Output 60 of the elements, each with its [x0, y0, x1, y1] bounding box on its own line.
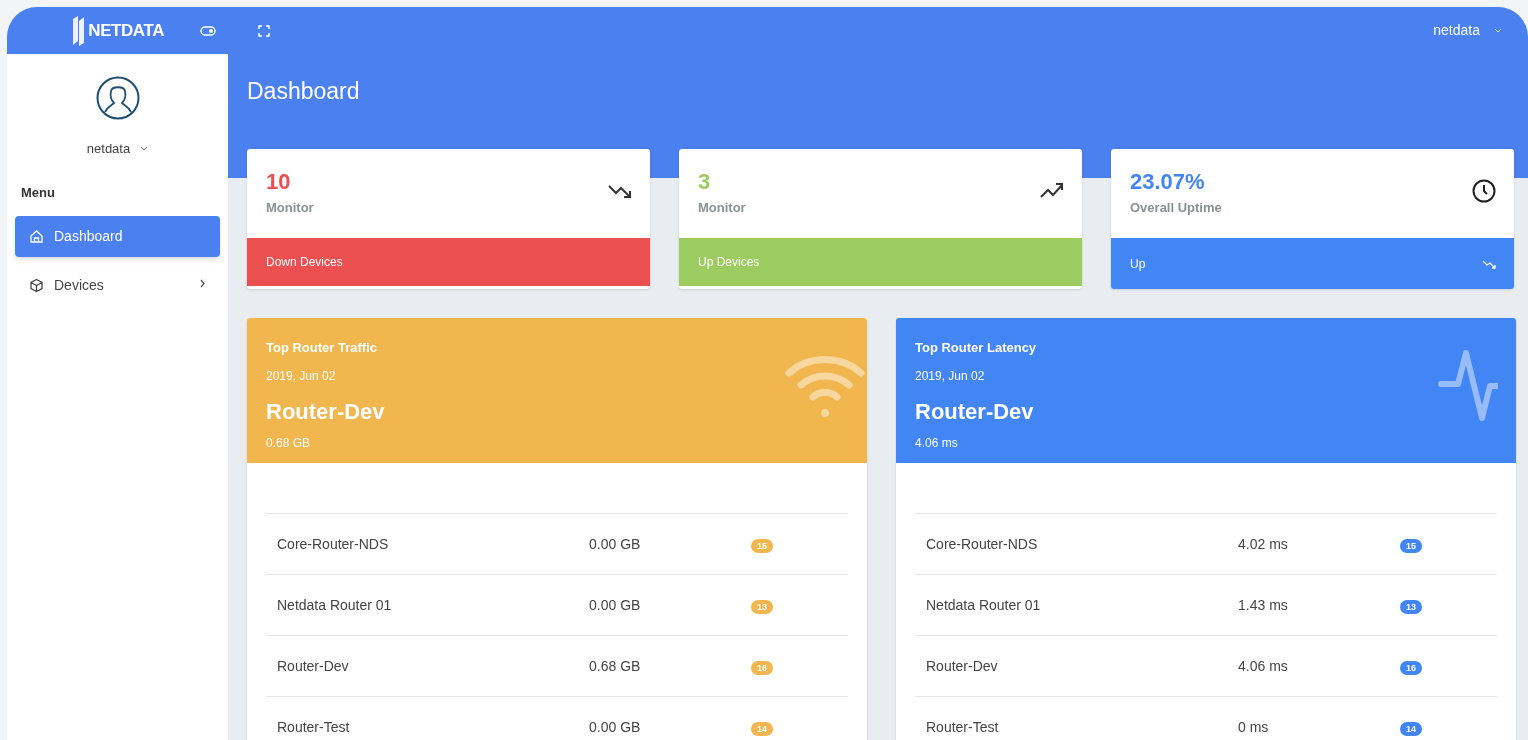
table-cell-text: 0.00 GB [589, 717, 642, 737]
table-cell-text: Router-Test [276, 717, 351, 737]
panel-title: Top Router Traffic [266, 339, 378, 357]
panel-date: 2019, Jun 02 [915, 367, 986, 385]
table-cell-text: Core-Router-NDS [276, 534, 390, 554]
stat-label: Overall Uptime [1130, 199, 1222, 217]
stat-value: 23.07% [1130, 169, 1206, 195]
table-cell-text: 0 ms [1238, 717, 1270, 737]
user-menu[interactable]: netdata [1433, 20, 1480, 41]
count-badge: 15 [1400, 538, 1422, 553]
count-badge: 13 [1400, 599, 1422, 614]
table-cell-text: 0.00 GB [589, 595, 642, 615]
stat-label: Monitor [698, 199, 746, 217]
stat-label: Monitor [266, 199, 314, 217]
table-cell-text: Netdata Router 01 [925, 595, 1042, 615]
table-cell-text: 0.68 GB [589, 656, 642, 676]
device-name: Router-Dev [266, 397, 386, 426]
panel-title: Top Router Latency [915, 339, 1038, 357]
table-cell-text: 0.00 GB [589, 534, 642, 554]
count-badge: 14 [1400, 721, 1422, 736]
footer-label: Up [1130, 255, 1146, 273]
device-reading: 4.06 ms [915, 434, 959, 452]
count-badge: 16 [1400, 660, 1422, 675]
count-badge: 14 [751, 721, 773, 736]
count-badge: 13 [751, 599, 773, 614]
trend-up-icon [1040, 181, 1064, 199]
menu-heading: Menu [21, 183, 56, 202]
count-badge: 16 [751, 660, 773, 675]
stat-value: 3 [698, 169, 712, 195]
chevron-down-icon[interactable] [140, 146, 149, 152]
table-cell-text: Core-Router-NDS [925, 534, 1039, 554]
panel-date: 2019, Jun 02 [266, 367, 337, 385]
cube-icon [29, 278, 44, 293]
count-badge: 15 [751, 538, 773, 553]
clock-icon [1472, 179, 1496, 203]
logo[interactable]: NETDATA [70, 14, 164, 47]
logo-mark-icon [70, 14, 87, 47]
user-name[interactable]: netdata [86, 139, 131, 159]
page-title: Dashboard [247, 77, 360, 106]
table-cell-text: 1.43 ms [1238, 595, 1289, 615]
table-cell-text: Netdata Router 01 [276, 595, 393, 615]
table-cell-text: Router-Dev [925, 656, 999, 676]
stat-value: 10 [266, 169, 292, 195]
avatar-icon [95, 76, 140, 120]
toggle-icon[interactable] [200, 24, 216, 37]
home-icon [29, 229, 44, 244]
table-cell-text: Router-Test [925, 717, 1000, 737]
menu-item[interactable]: Dashboard [15, 216, 220, 257]
logo-text: NETDATA [88, 19, 164, 42]
trend-down-icon [1482, 258, 1496, 269]
device-reading: 0.68 GB [266, 434, 312, 452]
table-cell-text: Router-Dev [276, 656, 350, 676]
footer-label: Up Devices [698, 254, 760, 271]
footer-label: Down Devices [266, 254, 343, 271]
table-cell-text: 4.02 ms [1238, 534, 1289, 554]
menu-item[interactable]: Devices [15, 265, 220, 306]
wifi-icon [785, 353, 865, 419]
table-cell-text: 4.06 ms [1238, 656, 1289, 676]
device-name: Router-Dev [915, 397, 1035, 426]
fullscreen-icon[interactable] [258, 24, 270, 37]
